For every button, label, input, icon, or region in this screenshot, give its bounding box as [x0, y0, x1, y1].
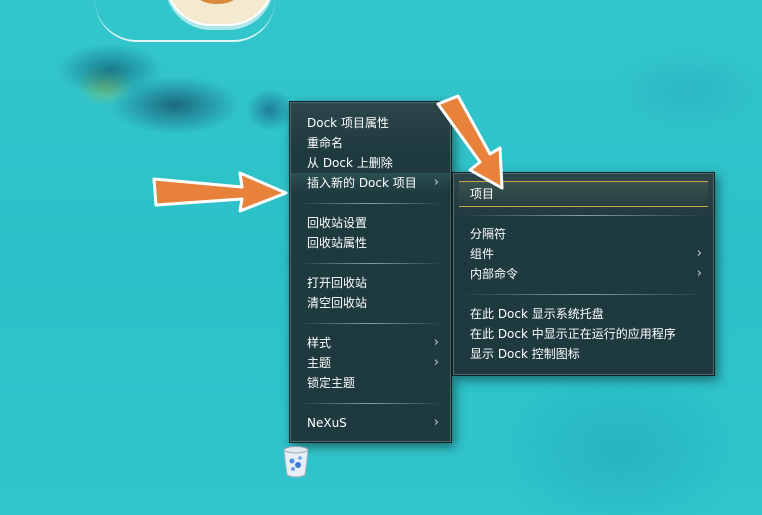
- chevron-right-icon: ›: [433, 415, 439, 430]
- menu-separator: [461, 294, 706, 295]
- menu-separator: [461, 215, 706, 216]
- menu-item-label: 回收站设置: [307, 216, 368, 230]
- submenu-item-separator[interactable]: 分隔符: [453, 224, 714, 244]
- menu-item-rename[interactable]: 重命名: [290, 133, 451, 153]
- submenu-item-show-system-tray[interactable]: 在此 Dock 显示系统托盘: [453, 304, 714, 324]
- menu-item-insert-dock-item[interactable]: 插入新的 Dock 项目 ›: [290, 173, 451, 193]
- menu-item-label: 组件: [470, 247, 495, 261]
- menu-separator: [298, 323, 443, 324]
- orange-arrow-icon: [436, 94, 504, 190]
- menu-item-label: 从 Dock 上删除: [307, 156, 393, 170]
- menu-item-label: 显示 Dock 控制图标: [470, 347, 580, 361]
- submenu-item-show-running-apps[interactable]: 在此 Dock 中显示正在运行的应用程序: [453, 324, 714, 344]
- menu-item-empty-recycle-bin[interactable]: 清空回收站: [290, 293, 451, 313]
- menu-separator: [298, 263, 443, 264]
- submenu-item-internal-command[interactable]: 内部命令 ›: [453, 264, 714, 284]
- orange-arrow-icon: [152, 171, 288, 213]
- menu-item-label: 内部命令: [470, 267, 519, 281]
- menu-item-label: 清空回收站: [307, 296, 368, 310]
- menu-item-label: 打开回收站: [307, 276, 368, 290]
- submenu-item-widget[interactable]: 组件 ›: [453, 244, 714, 264]
- menu-item-label: 在此 Dock 显示系统托盘: [470, 307, 604, 321]
- menu-item-label: 分隔符: [470, 227, 507, 241]
- menu-item-lock-theme[interactable]: 锁定主题: [290, 373, 451, 393]
- menu-item-remove-from-dock[interactable]: 从 Dock 上删除: [290, 153, 451, 173]
- menu-item-label: 在此 Dock 中显示正在运行的应用程序: [470, 327, 676, 341]
- submenu-item-show-dock-control-icon[interactable]: 显示 Dock 控制图标: [453, 344, 714, 364]
- menu-separator: [298, 403, 443, 404]
- menu-item-open-recycle-bin[interactable]: 打开回收站: [290, 273, 451, 293]
- chevron-right-icon: ›: [696, 246, 702, 261]
- menu-item-label: 回收站属性: [307, 236, 368, 250]
- chevron-right-icon: ›: [696, 266, 702, 281]
- chevron-right-icon: ›: [433, 335, 439, 350]
- menu-item-label: NeXuS: [307, 416, 347, 430]
- menu-item-label: 插入新的 Dock 项目: [307, 176, 417, 190]
- menu-item-nexus[interactable]: NeXuS ›: [290, 413, 451, 433]
- menu-item-label: 锁定主题: [307, 376, 356, 390]
- menu-item-style[interactable]: 样式 ›: [290, 333, 451, 353]
- menu-separator: [298, 203, 443, 204]
- menu-item-dock-properties[interactable]: Dock 项目属性: [290, 113, 451, 133]
- insert-dock-item-submenu: 项目 分隔符 组件 › 内部命令 › 在此 Dock 显示系统托盘 在此 Doc…: [452, 172, 715, 376]
- menu-item-theme[interactable]: 主题 ›: [290, 353, 451, 373]
- menu-item-label: Dock 项目属性: [307, 116, 389, 130]
- chevron-right-icon: ›: [433, 355, 439, 370]
- menu-item-label: 主题: [307, 356, 332, 370]
- menu-item-recycle-bin-properties[interactable]: 回收站属性: [290, 233, 451, 253]
- dock-context-menu: Dock 项目属性 重命名 从 Dock 上删除 插入新的 Dock 项目 › …: [289, 101, 452, 443]
- menu-item-label: 样式: [307, 336, 332, 350]
- recycle-bin-icon[interactable]: [281, 445, 311, 481]
- menu-item-label: 重命名: [307, 136, 344, 150]
- menu-item-recycle-bin-settings[interactable]: 回收站设置: [290, 213, 451, 233]
